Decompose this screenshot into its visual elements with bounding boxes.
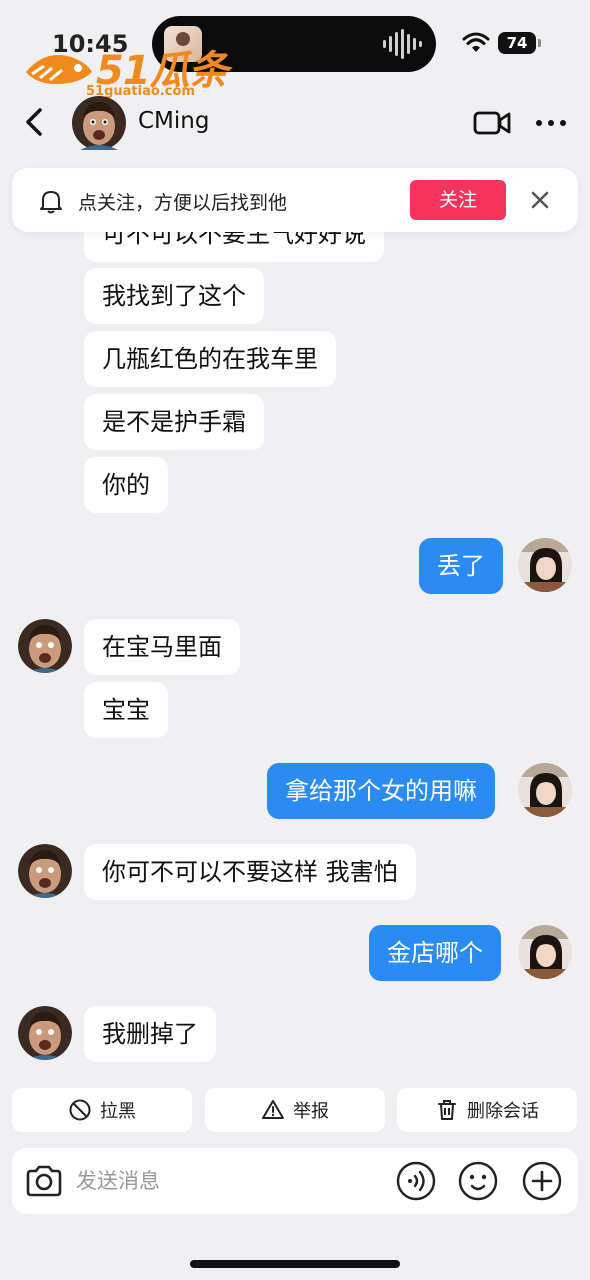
bell-icon bbox=[40, 191, 62, 214]
my-avatar[interactable] bbox=[518, 538, 572, 592]
warning-icon bbox=[262, 1100, 284, 1119]
message-bubble-incoming[interactable]: 是不是护手霜 bbox=[84, 394, 264, 450]
message-bubble-incoming[interactable]: 在宝马里面 bbox=[84, 619, 240, 675]
delete-conversation-button[interactable]: 删除会话 bbox=[397, 1088, 577, 1132]
message-bubble-incoming[interactable]: 我找到了这个 bbox=[84, 268, 264, 324]
message-bubble-incoming[interactable]: 我删掉了 bbox=[84, 1006, 216, 1062]
voice-input-icon[interactable] bbox=[396, 1161, 436, 1201]
follow-prompt-text: 点关注，方便以后找到他 bbox=[78, 192, 288, 214]
my-avatar[interactable] bbox=[518, 763, 572, 817]
follow-button[interactable]: 关注 bbox=[410, 180, 506, 220]
contact-avatar-small[interactable] bbox=[18, 1006, 72, 1060]
message-bubble-outgoing[interactable]: 丢了 bbox=[419, 538, 503, 594]
message-bubble-incoming[interactable]: 你可不可以不要这样 我害怕 bbox=[84, 844, 416, 900]
message-bubble-incoming[interactable]: 你的 bbox=[84, 457, 168, 513]
contact-avatar-small[interactable] bbox=[18, 844, 72, 898]
camera-icon[interactable] bbox=[24, 1162, 64, 1200]
message-composer bbox=[12, 1148, 578, 1214]
message-bubble-incoming[interactable]: 宝宝 bbox=[84, 682, 168, 738]
message-bubble-outgoing[interactable]: 拿给那个女的用嘛 bbox=[267, 763, 495, 819]
report-label: 举报 bbox=[293, 1101, 329, 1122]
message-bubble-incoming[interactable]: 几瓶红色的在我车里 bbox=[84, 331, 336, 387]
trash-icon bbox=[438, 1100, 456, 1120]
contact-avatar-small[interactable] bbox=[18, 619, 72, 673]
home-indicator bbox=[190, 1260, 400, 1268]
plus-icon[interactable] bbox=[522, 1161, 562, 1201]
close-icon[interactable] bbox=[528, 188, 552, 212]
message-input[interactable] bbox=[76, 1162, 386, 1200]
block-icon bbox=[69, 1099, 91, 1121]
my-avatar[interactable] bbox=[518, 925, 572, 979]
delete-label: 删除会话 bbox=[467, 1101, 539, 1122]
block-button[interactable]: 拉黑 bbox=[12, 1088, 192, 1132]
emoji-icon[interactable] bbox=[458, 1161, 498, 1201]
follow-banner: 点关注，方便以后找到他 关注 bbox=[12, 168, 578, 232]
message-bubble-outgoing[interactable]: 金店哪个 bbox=[369, 925, 501, 981]
report-button[interactable]: 举报 bbox=[205, 1088, 385, 1132]
block-label: 拉黑 bbox=[100, 1101, 136, 1122]
